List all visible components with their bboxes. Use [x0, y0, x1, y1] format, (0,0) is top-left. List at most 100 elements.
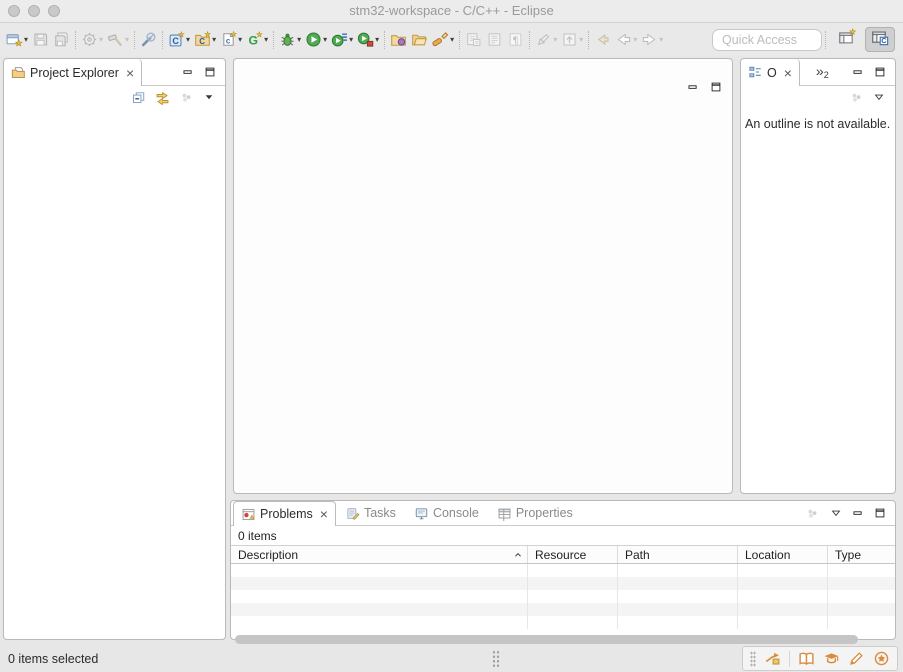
minimize-view-button[interactable]	[852, 507, 864, 519]
view-menu-icon	[805, 506, 820, 521]
dropdown-arrow-icon: ▾	[375, 35, 379, 44]
problems-table-body	[231, 564, 895, 629]
samples-button[interactable]	[848, 650, 865, 667]
more-views-button[interactable]: » 2	[800, 59, 829, 85]
collapse-all-button[interactable]	[131, 90, 146, 105]
tab-project-explorer[interactable]: Project Explorer ×	[4, 59, 142, 86]
whats-new-button[interactable]	[873, 650, 890, 667]
column-header-location[interactable]: Location	[737, 546, 827, 563]
overview-button[interactable]	[798, 650, 815, 667]
tab-properties[interactable]: Properties	[488, 501, 582, 525]
welcome-button[interactable]	[764, 650, 781, 667]
tab-problems[interactable]: Problems×	[233, 501, 336, 526]
toolbar-separator	[825, 31, 826, 49]
skip-all-breakpoints-button[interactable]	[138, 28, 159, 52]
tab-label: Properties	[516, 506, 573, 520]
close-window-button[interactable]	[8, 5, 20, 17]
c-cpp-perspective-button[interactable]: C	[865, 27, 895, 52]
coverage-button[interactable]: ▾	[329, 28, 355, 52]
view-menu-dropdown[interactable]	[203, 91, 215, 103]
maximize-view-button[interactable]	[874, 66, 886, 78]
minimize-window-button[interactable]	[28, 5, 40, 17]
table-cell	[827, 616, 895, 629]
project-explorer-tree[interactable]	[4, 108, 225, 628]
table-cell	[617, 577, 737, 590]
close-icon[interactable]: ×	[320, 507, 328, 521]
search-icon	[432, 31, 449, 48]
build-all-button: ▾	[79, 28, 105, 52]
maximize-view-button[interactable]	[874, 507, 886, 519]
dropdown-arrow-icon: ▾	[349, 35, 353, 44]
save-all-icon	[53, 31, 70, 48]
table-cell	[231, 616, 527, 629]
tutorials-button[interactable]	[823, 650, 840, 667]
open-resource-button[interactable]	[409, 28, 430, 52]
quick-access-input[interactable]	[712, 29, 822, 51]
link-with-editor-button[interactable]	[155, 90, 170, 105]
open-perspective-button[interactable]	[832, 27, 862, 52]
toolbar-separator	[134, 31, 135, 49]
profile-button[interactable]: ▾	[355, 28, 381, 52]
statusbar-drag-handle[interactable]	[492, 650, 500, 667]
new-c-project-button[interactable]: C▾	[166, 28, 192, 52]
tab-label: Tasks	[364, 506, 396, 520]
table-cell	[827, 577, 895, 590]
more-views-chevron: »	[816, 63, 824, 79]
minimize-editor-button[interactable]	[687, 81, 699, 93]
column-header-path[interactable]: Path	[617, 546, 737, 563]
table-cell	[231, 603, 527, 616]
column-header-type[interactable]: Type	[827, 546, 895, 563]
toggle-block-selection-button	[463, 28, 484, 52]
table-cell	[617, 616, 737, 629]
column-header-description[interactable]: Description	[231, 546, 527, 563]
tab-tasks[interactable]: Tasks	[336, 501, 405, 525]
tray-drag-handle[interactable]	[750, 651, 756, 667]
minimize-view-button[interactable]	[852, 66, 864, 78]
minimize-view-button[interactable]	[182, 66, 194, 78]
view-menu-dropdown[interactable]	[873, 91, 885, 103]
search-button[interactable]: ▾	[430, 28, 456, 52]
build-button: ▾	[105, 28, 131, 52]
properties-icon	[497, 506, 512, 521]
view-menu-dropdown[interactable]	[830, 507, 842, 519]
build-icon	[107, 31, 124, 48]
tab-console[interactable]: Console	[405, 501, 488, 525]
horizontal-scrollbar[interactable]	[235, 635, 891, 644]
dropdown-arrow-icon: ▾	[99, 35, 103, 44]
titlebar: stm32-workspace - C/C++ - Eclipse	[0, 0, 903, 23]
scrollbar-thumb[interactable]	[235, 635, 858, 644]
new-c-source-file-button[interactable]: c▾	[218, 28, 244, 52]
maximize-editor-button[interactable]	[710, 81, 722, 93]
maximize-view-button[interactable]	[204, 66, 216, 78]
next-annotation-button: ▾	[533, 28, 559, 52]
tab-outline[interactable]: O ×	[741, 59, 800, 86]
dropdown-arrow-icon: ▾	[186, 35, 190, 44]
editor-area[interactable]	[233, 58, 733, 494]
toolbar-separator	[162, 31, 163, 49]
table-cell	[737, 590, 827, 603]
skip-bp-icon	[140, 31, 157, 48]
open-element-button[interactable]	[388, 28, 409, 52]
new-class-button[interactable]: G▾	[244, 28, 270, 52]
close-icon[interactable]: ×	[126, 66, 134, 80]
close-icon[interactable]: ×	[784, 66, 792, 80]
build-all-icon	[81, 31, 98, 48]
column-header-resource[interactable]: Resource	[527, 546, 617, 563]
outline-message: An outline is not available.	[741, 108, 895, 140]
new-c-source-folder-button[interactable]: C▾	[192, 28, 218, 52]
tab-label: Project Explorer	[30, 66, 119, 80]
zoom-window-button[interactable]	[48, 5, 60, 17]
open-persp-icon	[838, 28, 856, 51]
run-button[interactable]: ▾	[303, 28, 329, 52]
debug-button[interactable]: ▾	[277, 28, 303, 52]
main-toolbar: ▾▾▾C▾C▾c▾G▾▾▾▾▾▾¶▾▾▾▾ C	[0, 23, 903, 56]
table-cell	[737, 616, 827, 629]
new-button[interactable]: ▾	[4, 28, 30, 52]
new-wizard-icon	[6, 31, 23, 48]
save-icon	[32, 31, 49, 48]
forward-button: ▾	[639, 28, 665, 52]
tasks-icon	[345, 506, 360, 521]
column-label: Type	[835, 548, 861, 562]
problems-icon	[241, 507, 256, 522]
next-ann-icon	[535, 31, 552, 48]
